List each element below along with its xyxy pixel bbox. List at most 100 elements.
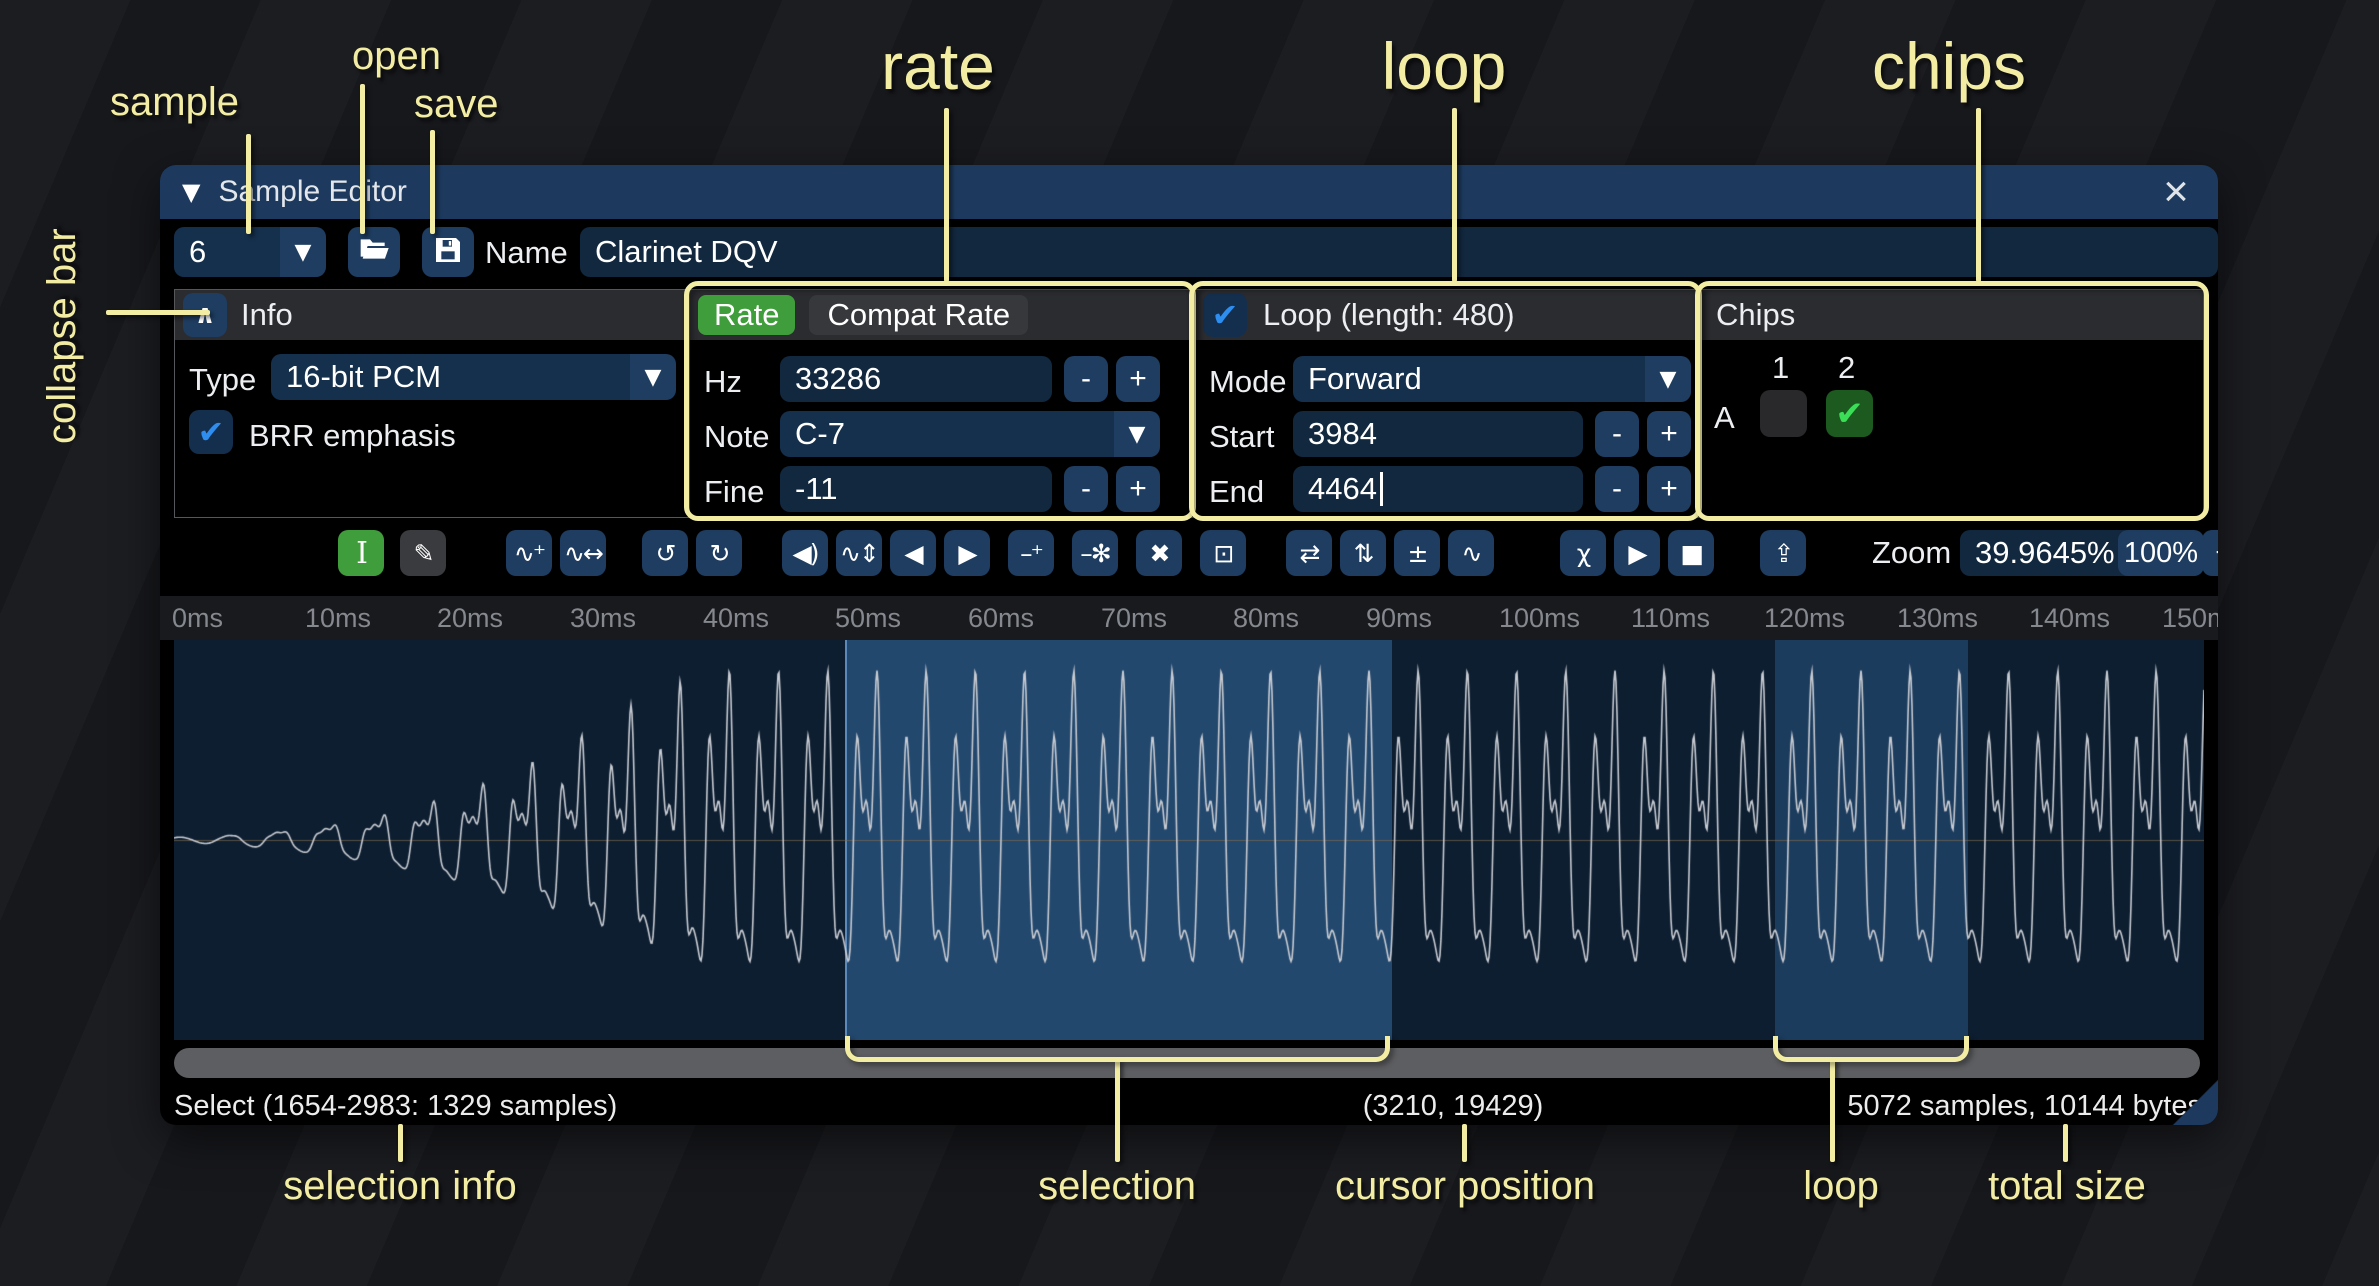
- annotation-chips-label: chips: [1872, 28, 2026, 104]
- type-value: 16-bit PCM: [271, 354, 630, 400]
- ruler-tick: 10ms: [305, 603, 371, 634]
- annotation-sample-label: sample: [110, 80, 239, 125]
- zoom-value: 39.9645%: [1975, 535, 2115, 571]
- cursor-position-text: (3210, 19429): [1363, 1090, 1544, 1123]
- annotation-open-line: [360, 84, 365, 234]
- annotation-rate-label: rate: [881, 28, 995, 104]
- type-select[interactable]: 16-bit PCM ▼: [271, 354, 676, 400]
- invert-button[interactable]: ⇅: [1340, 530, 1386, 576]
- name-input[interactable]: Clarinet DQV: [580, 227, 2218, 277]
- preview-button[interactable]: ▶: [1614, 530, 1660, 576]
- resize-grip[interactable]: [2172, 1079, 2218, 1125]
- annotation-save-label: save: [414, 82, 499, 127]
- collapse-window-icon[interactable]: ▼: [182, 178, 200, 206]
- annotation-loop-stem-line: [1830, 1058, 1835, 1162]
- upload-icon: ⇪: [1774, 539, 1793, 568]
- ruler-tick: 100ms: [1499, 603, 1580, 634]
- ruler-tick: 130ms: [1897, 603, 1978, 634]
- open-button[interactable]: [348, 227, 400, 277]
- resample-button[interactable]: ∿↔: [560, 530, 606, 576]
- selection-info-text: Select (1654-2983: 1329 samples): [174, 1090, 617, 1123]
- resize-button[interactable]: ∿⁺: [506, 530, 552, 576]
- ruler-tick: 110ms: [1631, 603, 1710, 634]
- annotation-selection-bracket: [845, 1036, 1390, 1062]
- annotation-loop-bracket: [1773, 1036, 1969, 1062]
- ruler-tick: 40ms: [703, 603, 769, 634]
- brr-emphasis-label: BRR emphasis: [249, 418, 456, 454]
- wave-arrow-icon: ∿↔: [564, 539, 602, 568]
- reverse-button[interactable]: ⇄: [1286, 530, 1332, 576]
- waveform-canvas: [174, 640, 2204, 1040]
- trim-button[interactable]: ⊡: [1200, 530, 1246, 576]
- redo-icon: ↻: [710, 539, 729, 568]
- annotation-rate-line: [944, 108, 949, 282]
- zoom-input[interactable]: 39.9645%: [1960, 530, 2138, 576]
- save-button[interactable]: [422, 227, 474, 277]
- crossfade-icon: χ: [1577, 539, 1589, 568]
- sign-button[interactable]: ±: [1394, 530, 1440, 576]
- annotation-selection-stem-line: [1115, 1058, 1120, 1162]
- info-panel-title: Info: [241, 297, 293, 333]
- annotation-total-size-line: [2063, 1124, 2068, 1162]
- filter-button[interactable]: ∿: [1448, 530, 1494, 576]
- waveform-display[interactable]: [174, 640, 2204, 1040]
- redo-button[interactable]: ↻: [696, 530, 742, 576]
- brr-emphasis-checkbox[interactable]: ✔: [189, 410, 233, 454]
- wave-plus-icon: ∿⁺: [514, 539, 544, 568]
- ruler-tick: 0ms: [172, 603, 223, 634]
- annotation-chips-line: [1976, 108, 1981, 282]
- speaker-icon: ◀): [793, 539, 818, 568]
- edit-mode-draw-button[interactable]: ✎: [400, 530, 446, 576]
- chevron-down-icon[interactable]: ▼: [280, 227, 326, 277]
- info-panel: ∧ Info Type 16-bit PCM ▼ ✔ BRR emphasis: [174, 289, 689, 518]
- ruler-tick: 80ms: [1233, 603, 1299, 634]
- total-size-text: 5072 samples, 10144 bytes: [1847, 1090, 2202, 1123]
- check-icon: ✔: [198, 413, 225, 451]
- sample-select[interactable]: 6 ▼: [174, 227, 326, 277]
- crop-icon: ⊡: [1214, 539, 1233, 568]
- ruler-tick: 50ms: [835, 603, 901, 634]
- annotation-selection-label: selection: [1038, 1164, 1196, 1209]
- stop-button[interactable]: ■: [1668, 530, 1714, 576]
- name-value: Clarinet DQV: [595, 234, 778, 270]
- close-button[interactable]: ×: [2150, 165, 2202, 219]
- annotation-open-label: open: [352, 34, 441, 79]
- annotation-loop-line: [1452, 108, 1457, 282]
- apply-silence-icon: –✻: [1080, 539, 1109, 568]
- zoom-in-button[interactable]: +: [2202, 530, 2218, 576]
- zoom-reset-button[interactable]: 100%: [2118, 530, 2204, 576]
- insert-silence-button[interactable]: –⁺: [1008, 530, 1054, 576]
- annotation-cursor-position-line: [1462, 1124, 1467, 1162]
- import-button[interactable]: ⇪: [1760, 530, 1806, 576]
- ruler-tick: 20ms: [437, 603, 503, 634]
- apply-silence-button[interactable]: –✻: [1072, 530, 1118, 576]
- status-bar: Select (1654-2983: 1329 samples) (3210, …: [160, 1086, 2218, 1125]
- collapse-bar-button[interactable]: ∧: [183, 293, 227, 337]
- desktop: { "window": { "title": "Sample Editor", …: [0, 0, 2379, 1286]
- annotation-rate-box: [684, 281, 1196, 521]
- annotation-loop-box: [1189, 281, 1702, 521]
- pencil-icon: ✎: [414, 539, 433, 568]
- ruler-tick: 150ms: [2162, 603, 2218, 634]
- crossfade-button[interactable]: χ: [1560, 530, 1606, 576]
- sample-number: 6: [174, 227, 280, 277]
- annotation-save-line: [430, 130, 435, 234]
- title-bar[interactable]: ▼ Sample Editor: [160, 165, 2218, 219]
- fade-out-button[interactable]: ▶: [944, 530, 990, 576]
- time-ruler[interactable]: 0ms 10ms 20ms 30ms 40ms 50ms 60ms 70ms 8…: [160, 596, 2218, 640]
- normalize-button[interactable]: ∿⇕: [836, 530, 882, 576]
- sine-wave-icon: ∿: [1462, 539, 1481, 568]
- stop-icon: ■: [1680, 539, 1702, 568]
- reverse-arrows-icon: ⇄: [1300, 539, 1319, 568]
- fade-in-button[interactable]: ◀: [890, 530, 936, 576]
- amplify-button[interactable]: ◀): [782, 530, 828, 576]
- chevron-down-icon: ▼: [630, 354, 676, 400]
- delete-button[interactable]: ✖: [1136, 530, 1182, 576]
- edit-mode-select-button[interactable]: I: [338, 530, 384, 576]
- undo-button[interactable]: ↺: [642, 530, 688, 576]
- invert-arrows-icon: ⇅: [1354, 539, 1373, 568]
- annotation-collapse-bar-line: [106, 310, 210, 315]
- ruler-tick: 140ms: [2029, 603, 2110, 634]
- ruler-tick: 30ms: [570, 603, 636, 634]
- ibeam-cursor-icon: I: [356, 536, 366, 571]
